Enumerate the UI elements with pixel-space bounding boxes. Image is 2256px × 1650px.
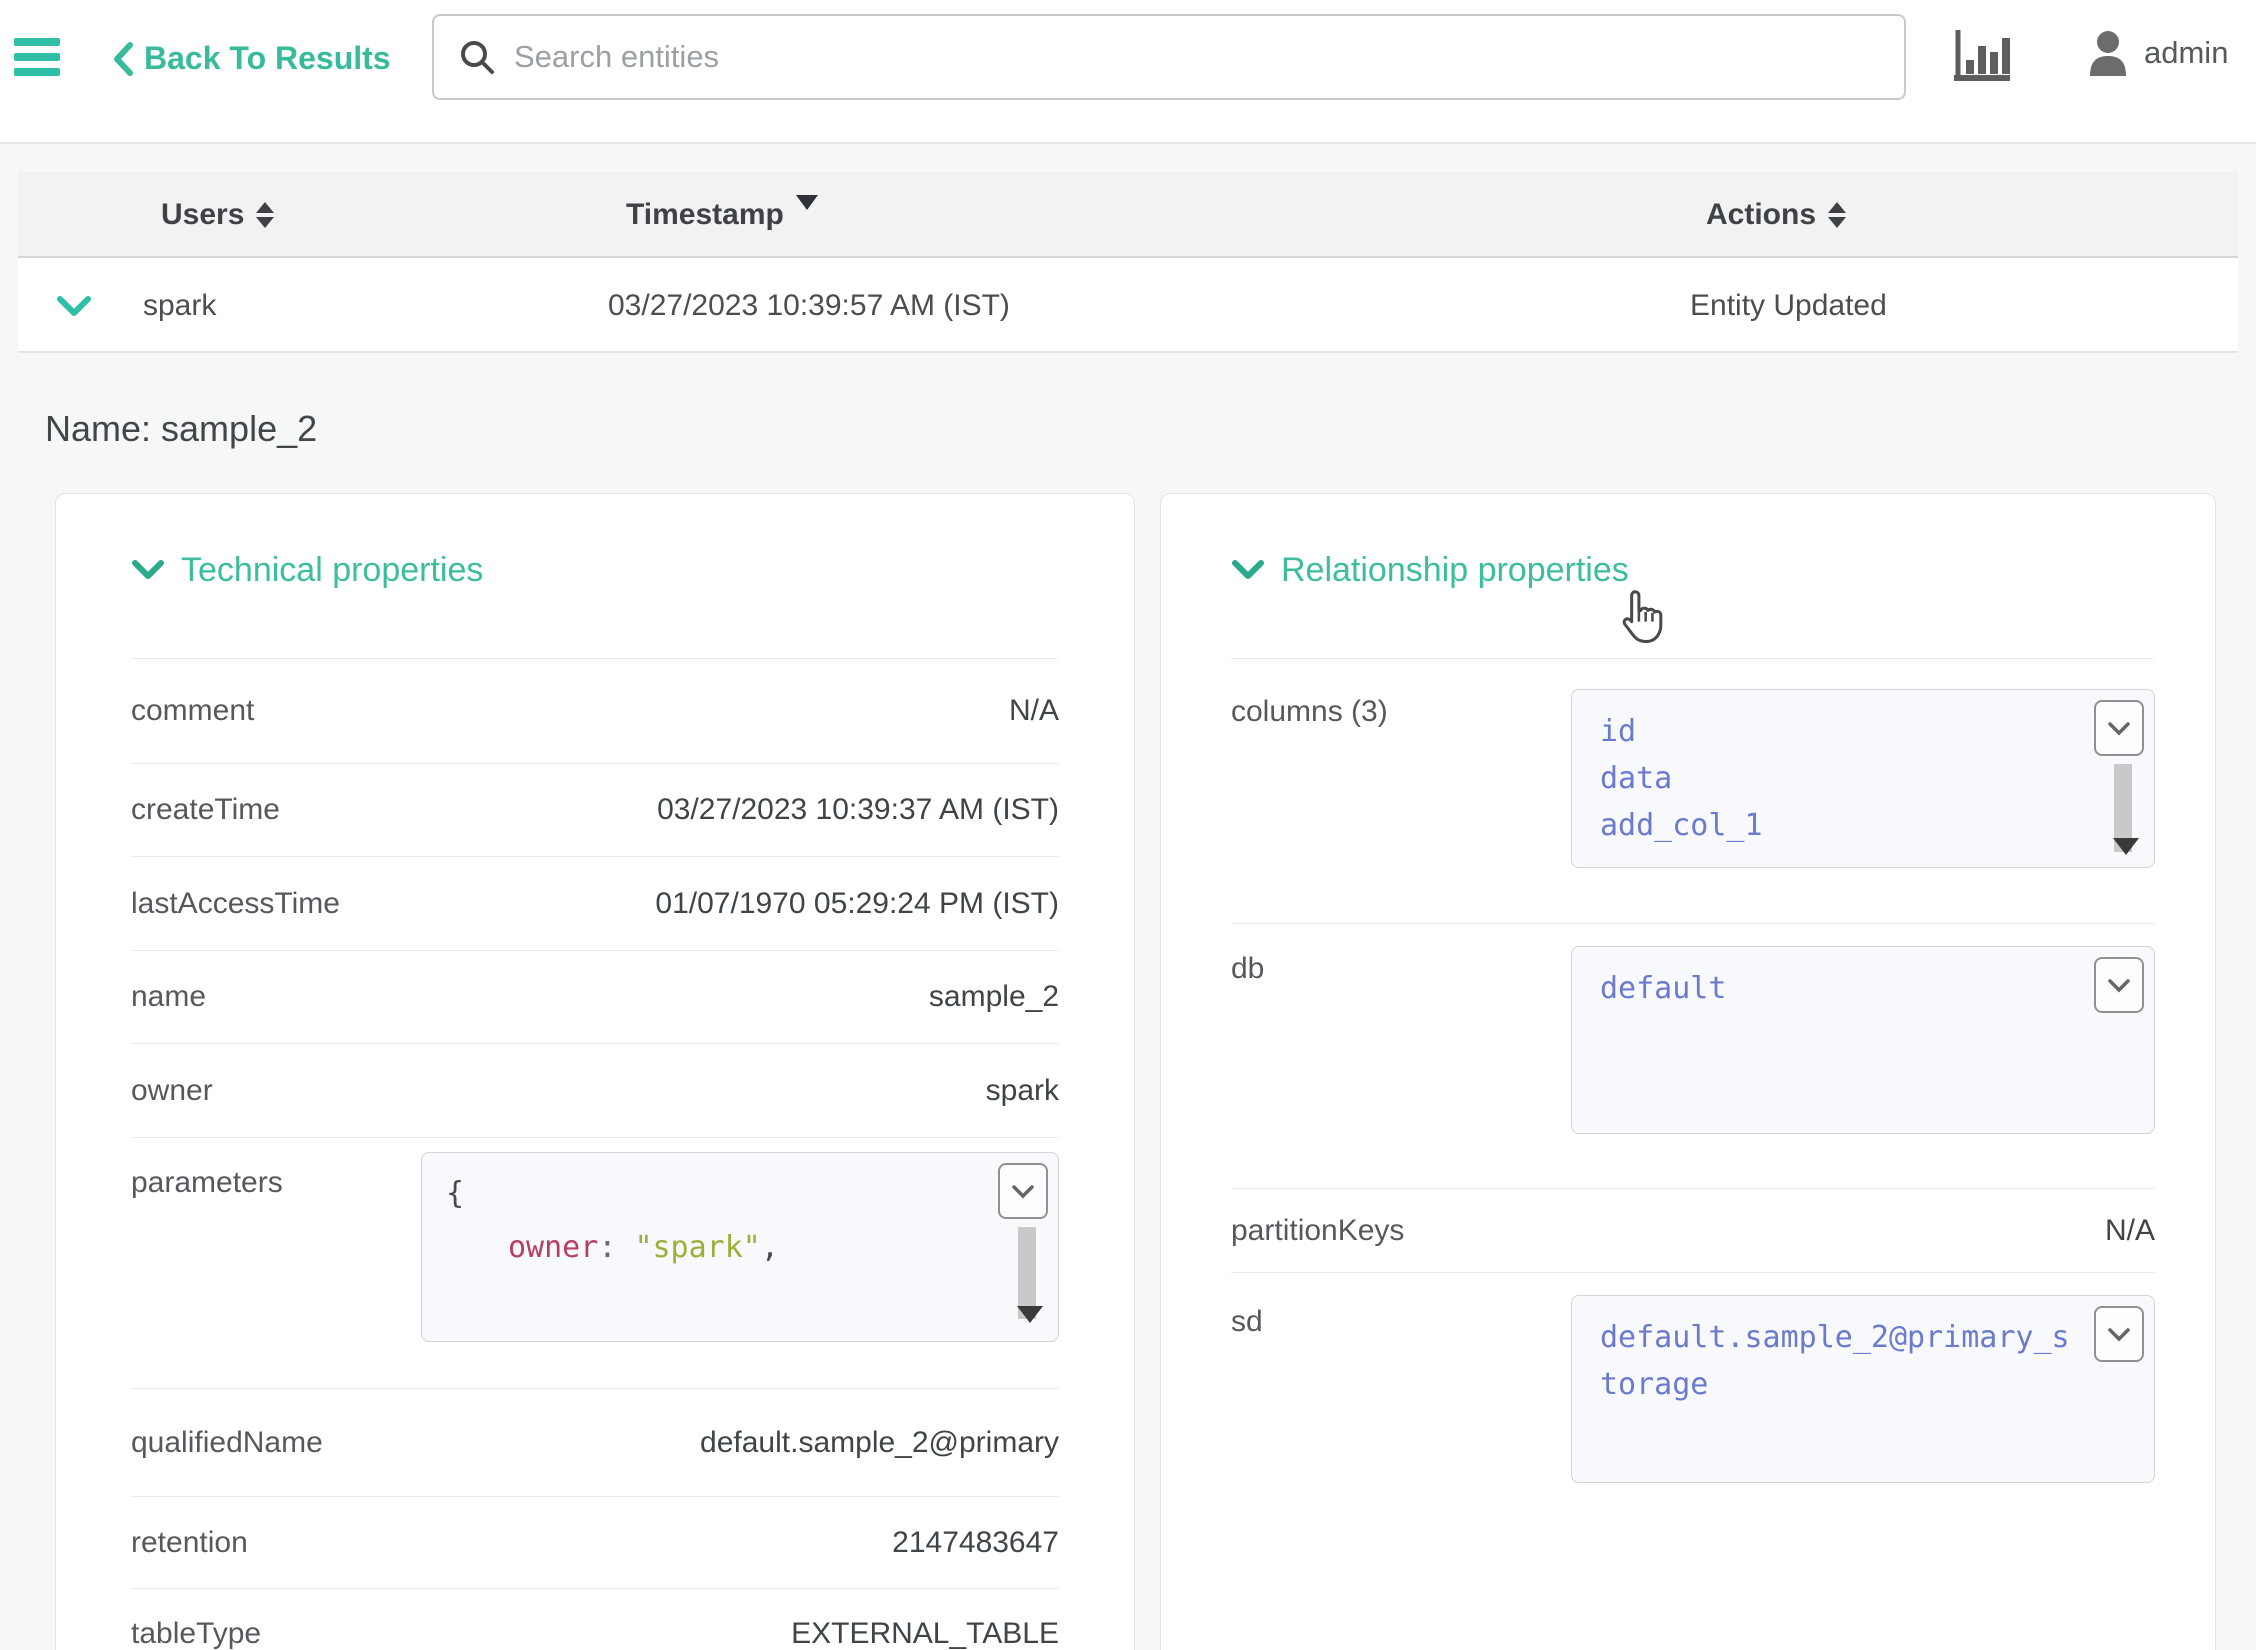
sort-icon xyxy=(1828,202,1846,228)
back-to-results-link[interactable]: Back To Results xyxy=(112,40,391,77)
property-value: N/A xyxy=(1009,694,1059,728)
technical-properties-title: Technical properties xyxy=(181,551,483,590)
property-label: qualifiedName xyxy=(131,1426,323,1460)
user-menu[interactable]: admin xyxy=(2086,30,2228,76)
back-to-results-label: Back To Results xyxy=(144,40,391,77)
relationship-properties-title: Relationship properties xyxy=(1281,551,1629,590)
property-label: comment xyxy=(131,694,254,728)
property-value: 03/27/2023 10:39:37 AM (IST) xyxy=(657,793,1059,827)
timestamp-header-label: Timestamp xyxy=(626,198,784,232)
parameters-json-box[interactable]: { owner: "spark", xyxy=(421,1152,1059,1342)
search-input[interactable] xyxy=(514,39,1880,75)
collapse-json-button[interactable] xyxy=(998,1163,1048,1219)
row-user: spark xyxy=(143,258,216,353)
column-link[interactable]: data xyxy=(1600,755,2072,802)
chevron-down-icon xyxy=(1231,559,1265,581)
db-value-box[interactable]: default xyxy=(1571,946,2155,1134)
sort-desc-icon xyxy=(796,195,818,210)
property-value: default.sample_2@primary xyxy=(700,1426,1059,1460)
user-icon xyxy=(2086,30,2130,76)
property-label: sd xyxy=(1231,1273,1571,1339)
scroll-down-arrow[interactable] xyxy=(2113,838,2139,855)
property-row-columns: columns (3) id data add_col_1 xyxy=(1231,658,2155,923)
property-row-owner: owner spark xyxy=(131,1043,1059,1137)
sd-value-box[interactable]: default.sample_2@primary_storage xyxy=(1571,1295,2155,1483)
property-row-sd: sd default.sample_2@primary_storage xyxy=(1231,1272,2155,1602)
technical-properties-toggle[interactable]: Technical properties xyxy=(131,548,1059,592)
property-label: db xyxy=(1231,924,1571,986)
hand-pointer-cursor xyxy=(1613,586,1669,653)
row-timestamp: 03/27/2023 10:39:57 AM (IST) xyxy=(608,258,1010,353)
menu-icon[interactable] xyxy=(14,38,60,76)
property-label: columns (3) xyxy=(1231,659,1571,729)
property-label: tableType xyxy=(131,1617,261,1650)
row-action: Entity Updated xyxy=(1690,258,1887,353)
db-link[interactable]: default xyxy=(1600,965,2072,1012)
sort-icon xyxy=(256,202,274,228)
property-row-db: db default xyxy=(1231,923,2155,1188)
users-header-label: Users xyxy=(161,198,244,232)
property-row-tabletype: tableType EXTERNAL_TABLE xyxy=(131,1588,1059,1650)
collapse-list-button[interactable] xyxy=(2094,1306,2144,1362)
columns-list-box[interactable]: id data add_col_1 xyxy=(1571,689,2155,868)
collapse-list-button[interactable] xyxy=(2094,957,2144,1013)
column-link[interactable]: add_col_1 xyxy=(1600,802,2072,849)
statistics-icon[interactable] xyxy=(1952,28,2016,91)
property-label: partitionKeys xyxy=(1231,1214,1404,1248)
chevron-down-icon xyxy=(56,295,92,317)
technical-properties-panel: Technical properties comment N/A createT… xyxy=(55,493,1135,1650)
sd-link[interactable]: default.sample_2@primary_storage xyxy=(1600,1314,2072,1408)
property-value: N/A xyxy=(2105,1214,2155,1248)
scroll-down-arrow[interactable] xyxy=(1017,1306,1043,1323)
property-value: 2147483647 xyxy=(892,1526,1059,1560)
json-line-open: { xyxy=(446,1167,966,1221)
relationship-properties-toggle[interactable]: Relationship properties xyxy=(1231,548,2155,592)
property-row-createtime: createTime 03/27/2023 10:39:37 AM (IST) xyxy=(131,763,1059,856)
property-row-name: name sample_2 xyxy=(131,950,1059,1043)
column-header-users[interactable]: Users xyxy=(161,172,274,258)
chevron-down-icon xyxy=(131,559,165,581)
entity-name-heading: Name: sample_2 xyxy=(45,408,317,450)
property-value: spark xyxy=(986,1074,1059,1108)
property-value: sample_2 xyxy=(929,980,1059,1014)
json-line-owner: owner: "spark", xyxy=(446,1221,966,1275)
property-label: createTime xyxy=(131,793,280,827)
property-value: EXTERNAL_TABLE xyxy=(791,1617,1059,1650)
username-label: admin xyxy=(2144,35,2228,71)
relationship-properties-panel: Relationship properties columns (3) id d… xyxy=(1160,493,2216,1650)
top-navbar: Back To Results admin xyxy=(0,0,2256,144)
search-icon xyxy=(458,38,496,76)
atlas-entity-audit-screen: Back To Results admin xyxy=(0,0,2256,1650)
property-label: owner xyxy=(131,1074,213,1108)
property-row-retention: retention 2147483647 xyxy=(131,1496,1059,1588)
property-label: lastAccessTime xyxy=(131,887,340,921)
column-link[interactable]: id xyxy=(1600,708,2072,755)
collapse-list-button[interactable] xyxy=(2094,700,2144,756)
property-value: 01/07/1970 05:29:24 PM (IST) xyxy=(655,887,1059,921)
column-header-timestamp[interactable]: Timestamp xyxy=(626,172,818,258)
property-row-partitionkeys: partitionKeys N/A xyxy=(1231,1188,2155,1272)
property-label: parameters xyxy=(131,1138,421,1200)
property-label: name xyxy=(131,980,206,1014)
audit-table-header: Users Timestamp Actions xyxy=(18,172,2238,258)
search-box xyxy=(432,14,1906,100)
property-row-qualifiedname: qualifiedName default.sample_2@primary xyxy=(131,1388,1059,1496)
actions-header-label: Actions xyxy=(1706,198,1816,232)
property-row-comment: comment N/A xyxy=(131,658,1059,763)
property-row-parameters: parameters { owner: "spark", xyxy=(131,1137,1059,1388)
column-header-actions[interactable]: Actions xyxy=(1706,172,1846,258)
chevron-left-icon xyxy=(112,42,134,76)
property-label: retention xyxy=(131,1526,248,1560)
row-expand-chevron[interactable] xyxy=(56,258,92,353)
audit-table-row[interactable]: spark 03/27/2023 10:39:57 AM (IST) Entit… xyxy=(18,258,2238,353)
property-row-lastaccesstime: lastAccessTime 01/07/1970 05:29:24 PM (I… xyxy=(131,856,1059,950)
